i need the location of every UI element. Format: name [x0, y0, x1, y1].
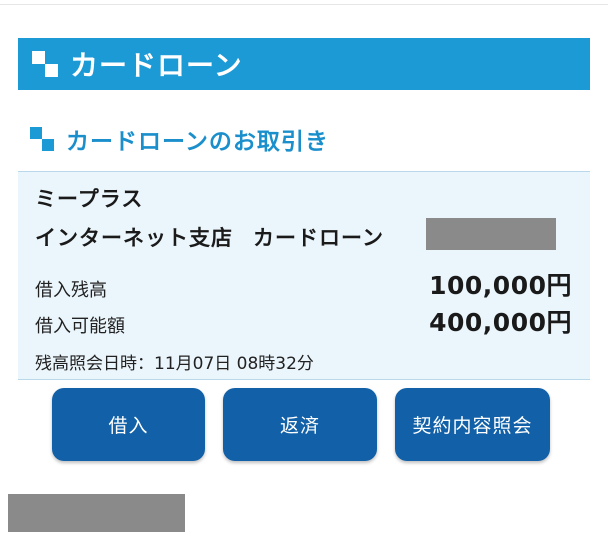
- available-value: 400,000円: [429, 308, 572, 337]
- branch-name: インターネット支店: [35, 226, 233, 250]
- redacted-block: [8, 494, 185, 532]
- balance-label: 借入残高: [35, 280, 107, 301]
- top-divider: [0, 4, 608, 5]
- repay-button[interactable]: 返済: [223, 388, 377, 461]
- contract-details-button[interactable]: 契約内容照会: [395, 388, 550, 461]
- page-title: カードローン: [70, 49, 243, 82]
- balance-value: 100,000円: [429, 271, 572, 300]
- redacted-account-number: [426, 218, 556, 250]
- bank-name: ミープラス: [35, 187, 144, 211]
- inquiry-value: 11月07日 08時32分: [154, 354, 314, 374]
- available-label: 借入可能額: [35, 316, 125, 337]
- loan-info-panel: ミープラス インターネット支店 カードローン 借入残高 100,000円 借入可能…: [18, 171, 590, 380]
- borrow-button[interactable]: 借入: [52, 388, 205, 461]
- header-bar: カードローン: [18, 38, 590, 90]
- section-heading: カードローンのお取引き: [30, 122, 329, 156]
- card-loan-page: カードローン カードローンのお取引き ミープラス インターネット支店 カードローン…: [0, 0, 608, 542]
- inquiry-label: 残高照会日時：: [35, 354, 154, 374]
- branch-line: インターネット支店 カードローン: [35, 222, 384, 252]
- squares-icon: [30, 127, 54, 151]
- account-type: カードローン: [253, 226, 384, 250]
- squares-icon: [32, 51, 58, 77]
- section-title: カードローンのお取引き: [66, 129, 329, 155]
- inquiry-datetime: 残高照会日時：11月07日 08時32分: [35, 349, 314, 374]
